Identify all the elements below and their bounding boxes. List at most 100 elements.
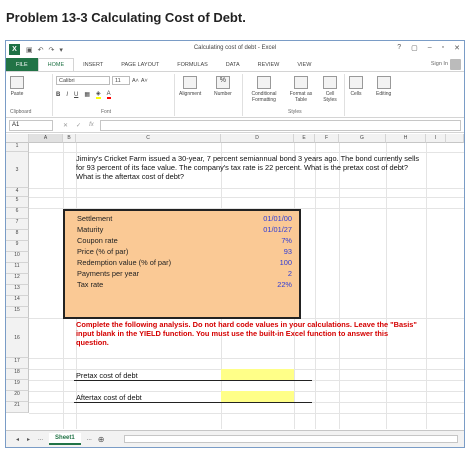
problem-statement-cell[interactable]: Jiminy's Cricket Farm issued a 30-year, … (76, 154, 421, 181)
more-sheets-left[interactable]: ... (38, 436, 43, 442)
row-header[interactable]: 6 (6, 208, 29, 219)
row-header[interactable]: 13 (6, 285, 29, 296)
format-as-table-button[interactable]: Format as Table (286, 76, 316, 103)
data-value[interactable]: 7% (281, 236, 292, 246)
horizontal-scrollbar[interactable] (124, 435, 458, 443)
data-value[interactable]: 22% (277, 280, 292, 290)
customize-toolbar-icon[interactable]: ▾ (59, 46, 63, 54)
row-header[interactable]: 7 (6, 219, 29, 230)
row-header[interactable]: 12 (6, 274, 29, 285)
avatar[interactable] (450, 59, 461, 70)
tab-review[interactable]: REVIEW (249, 58, 289, 71)
tab-insert[interactable]: INSERT (74, 58, 112, 71)
italic-button[interactable]: I (66, 92, 68, 98)
number-button[interactable]: % Number (214, 76, 232, 97)
bold-button[interactable]: B (56, 92, 60, 98)
borders-icon[interactable]: ▦ (84, 91, 90, 98)
font-size-select[interactable]: 11 (112, 76, 130, 85)
help-button[interactable]: ? (397, 44, 401, 52)
alignment-button[interactable]: Alignment (179, 76, 201, 97)
row-header[interactable]: 15 (6, 307, 29, 318)
tab-file[interactable]: FILE (6, 58, 38, 71)
vertical-scrollbar[interactable] (446, 134, 464, 143)
column-header-d[interactable]: D (221, 134, 294, 143)
column-header-h[interactable]: H (386, 134, 426, 143)
row-header[interactable]: 5 (6, 197, 29, 208)
sheet-tab-sheet1[interactable]: Sheet1 (49, 433, 81, 445)
column-header-f[interactable]: F (315, 134, 339, 143)
grow-font-icon[interactable]: A˄ (132, 78, 139, 84)
pretax-label-cell[interactable]: Pretax cost of debt (76, 371, 226, 380)
enter-icon[interactable]: ✓ (76, 122, 81, 129)
redo-icon[interactable]: ↷ (49, 46, 55, 54)
cell-styles-button[interactable]: Cell Styles (319, 76, 341, 103)
editing-button[interactable]: Editing (376, 76, 391, 97)
fill-color-icon[interactable]: ◈ (96, 90, 101, 99)
data-label: Coupon rate (77, 236, 118, 245)
column-header-c[interactable]: C (76, 134, 221, 143)
row-header[interactable]: 21 (6, 402, 29, 413)
underline-button[interactable]: U (74, 92, 78, 98)
window-controls: ? ▢ – ▫ ✕ (397, 44, 460, 52)
scroll-right-icon[interactable]: ▸ (27, 436, 30, 443)
row-header[interactable]: 14 (6, 296, 29, 307)
cell-styles-label: Cell Styles (323, 91, 337, 103)
data-value[interactable]: 2 (288, 269, 292, 279)
tab-formulas[interactable]: FORMULAS (168, 58, 217, 71)
close-button[interactable]: ✕ (454, 44, 460, 52)
minimize-button[interactable]: – (428, 44, 432, 52)
select-all-corner[interactable] (6, 134, 29, 143)
row-header[interactable]: 17 (6, 358, 29, 369)
aftertax-label-cell[interactable]: Aftertax cost of debt (76, 393, 226, 402)
data-label: Redemption value (% of par) (77, 258, 172, 267)
column-header-a[interactable]: A (29, 134, 63, 143)
column-header-b[interactable]: B (63, 134, 76, 143)
restore-button[interactable]: ▫ (442, 44, 444, 52)
column-header-i[interactable]: I (426, 134, 446, 143)
data-value[interactable]: 01/01/00 (263, 214, 292, 224)
row-header[interactable]: 9 (6, 241, 29, 252)
cells-icon (349, 76, 363, 89)
paste-button[interactable]: Paste (10, 76, 24, 97)
shrink-font-icon[interactable]: A˅ (141, 78, 148, 84)
row-header[interactable]: 8 (6, 230, 29, 241)
row-header[interactable]: 16 (6, 318, 29, 358)
font-color-icon[interactable]: A (106, 91, 111, 99)
row-header[interactable]: 3 (6, 152, 29, 188)
more-sheets-right[interactable]: ... (87, 436, 92, 442)
row-header[interactable]: 20 (6, 391, 29, 402)
font-name-select[interactable]: Calibri (56, 76, 110, 85)
data-value[interactable]: 93 (284, 247, 292, 257)
sign-in-link[interactable]: Sign In (431, 61, 448, 67)
tab-home[interactable]: HOME (37, 58, 75, 71)
insert-function-button[interactable]: fx (89, 122, 94, 129)
row-header[interactable]: 4 (6, 188, 29, 197)
row-header[interactable]: 19 (6, 380, 29, 391)
scroll-left-icon[interactable]: ◂ (16, 436, 19, 443)
data-value[interactable]: 100 (280, 258, 292, 268)
formula-input[interactable] (99, 119, 461, 131)
find-icon (376, 76, 391, 89)
new-sheet-button[interactable]: ⊕ (98, 435, 105, 444)
tab-view[interactable]: VIEW (288, 58, 320, 71)
column-header-g[interactable]: G (339, 134, 386, 143)
save-icon[interactable]: ▣ (26, 46, 33, 54)
row-header[interactable]: 1 (6, 143, 29, 152)
data-row-coupon-rate: Coupon rate 7% (77, 236, 292, 246)
cancel-icon[interactable]: ✕ (63, 122, 68, 129)
row-header[interactable]: 10 (6, 252, 29, 263)
tab-page-layout[interactable]: PAGE LAYOUT (112, 58, 168, 71)
undo-icon[interactable]: ↶ (38, 46, 44, 54)
conditional-formatting-button[interactable]: Conditional Formatting (246, 76, 282, 103)
instructions-cell[interactable]: Complete the following analysis. Do not … (76, 320, 421, 347)
column-header-e[interactable]: E (294, 134, 315, 143)
data-label: Maturity (77, 225, 104, 234)
cells-button[interactable]: Cells (349, 76, 363, 97)
data-value[interactable]: 01/01/27 (263, 225, 292, 235)
ribbon-display-button[interactable]: ▢ (411, 44, 418, 52)
input-data-block[interactable]: Settlement 01/01/00 Maturity 01/01/27 Co… (63, 209, 301, 319)
row-header[interactable]: 18 (6, 369, 29, 380)
row-header[interactable]: 11 (6, 263, 29, 274)
name-box[interactable]: A1 (9, 119, 53, 131)
tab-data[interactable]: DATA (217, 58, 249, 71)
